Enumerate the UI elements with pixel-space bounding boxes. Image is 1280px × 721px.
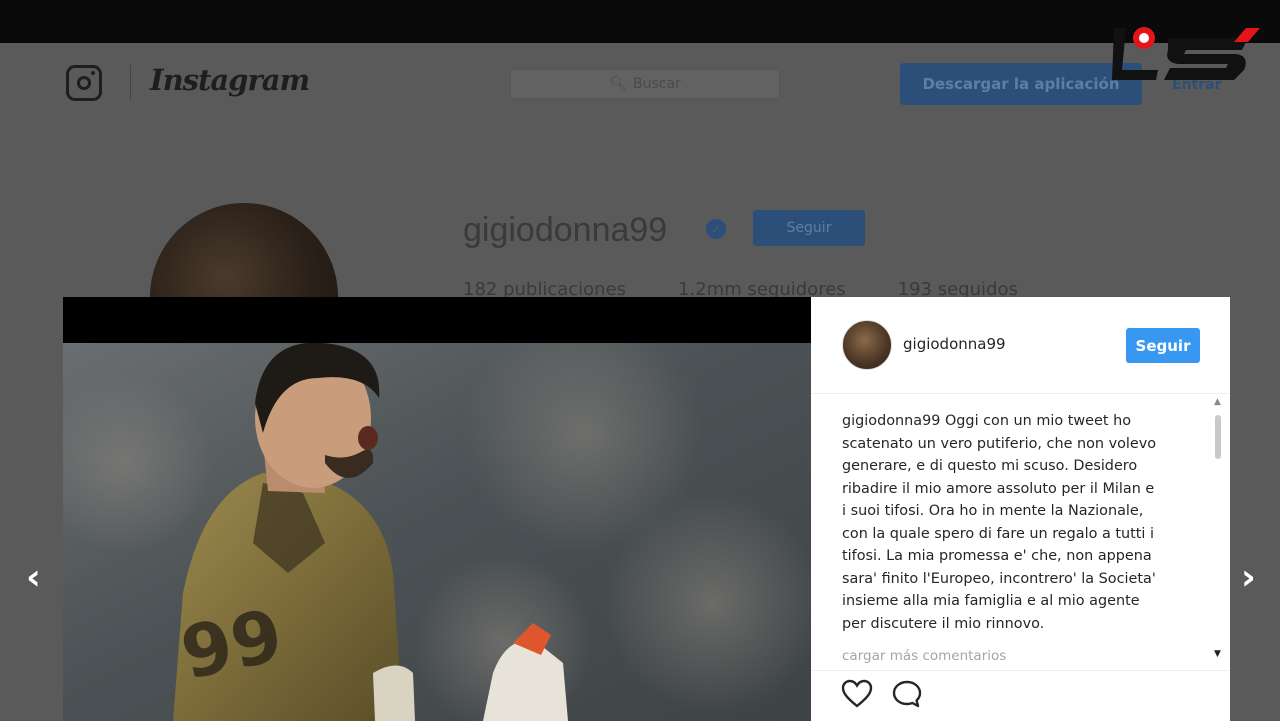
caption-scrollbar[interactable]: ▲ ▼ — [1212, 397, 1224, 659]
heart-icon[interactable] — [841, 679, 873, 709]
chevron-left-icon[interactable]: ‹ — [26, 560, 41, 596]
search-input[interactable]: 🔍︎ Buscar — [510, 69, 780, 99]
caption-line: tifosi. La mia promessa e' che, non appe… — [842, 548, 1152, 564]
caption-line: ribadire il mio amore assoluto per il Mi… — [842, 480, 1155, 497]
header-divider — [130, 65, 131, 101]
post-header: gigiodonna99 Seguir — [811, 297, 1230, 394]
caption-line: Oggi con un mio tweet ho — [944, 413, 1132, 429]
watermark-logo — [1112, 27, 1260, 80]
caption-line: per discutere il mio rinnovo. — [842, 615, 1045, 632]
scroll-down-arrow-icon[interactable]: ▼ — [1214, 649, 1221, 659]
instagram-camera-icon[interactable] — [66, 65, 102, 101]
caption-line: i suoi tifosi. Ora ho in mente la Nazion… — [842, 503, 1144, 519]
instagram-header: Instagram 🔍︎ Buscar Descargar la aplicac… — [0, 43, 1280, 123]
photo-letterbox — [63, 297, 811, 343]
search-placeholder: Buscar — [632, 76, 681, 92]
caption-username[interactable]: gigiodonna99 — [842, 413, 940, 429]
chevron-right-icon[interactable]: › — [1241, 560, 1256, 596]
post-photo-panel: 99 — [63, 297, 811, 721]
comment-icon[interactable] — [891, 679, 923, 709]
instagram-wordmark[interactable]: Instagram — [150, 63, 310, 97]
search-icon: 🔍︎ — [609, 76, 627, 92]
load-more-comments-link[interactable]: cargar más comentarios — [842, 648, 1006, 664]
verified-badge-icon: ✓ — [706, 219, 726, 239]
top-black-strip — [0, 0, 1280, 43]
post-actions — [811, 670, 1230, 721]
download-app-button[interactable]: Descargar la aplicación — [900, 63, 1142, 105]
caption-line: insieme alla mia famiglia e al mio agent… — [842, 593, 1140, 609]
scrollbar-thumb[interactable] — [1215, 415, 1221, 459]
caption-line: generare, e di questo mi scuso. Desidero — [842, 458, 1138, 474]
profile-follow-button[interactable]: Seguir — [753, 210, 865, 246]
caption-line: con la quale spero di fare un regalo a t… — [842, 525, 1154, 542]
post-caption: gigiodonna99 Oggi con un mio tweet ho sc… — [842, 410, 1192, 635]
follow-button[interactable]: Seguir — [1126, 328, 1200, 363]
caption-line: sara' finito l'Europeo, incontrero' la S… — [842, 570, 1156, 587]
post-author-avatar[interactable] — [842, 320, 892, 370]
post-photo: 99 — [63, 343, 811, 721]
post-author-username[interactable]: gigiodonna99 — [903, 335, 1006, 353]
caption-line: scatenato un vero putiferio, che non vol… — [842, 435, 1157, 452]
post-side-panel: gigiodonna99 Seguir gigiodonna99 Oggi co… — [811, 297, 1230, 721]
scroll-up-arrow-icon[interactable]: ▲ — [1214, 397, 1221, 407]
profile-username: gigiodonna99 — [463, 211, 668, 249]
